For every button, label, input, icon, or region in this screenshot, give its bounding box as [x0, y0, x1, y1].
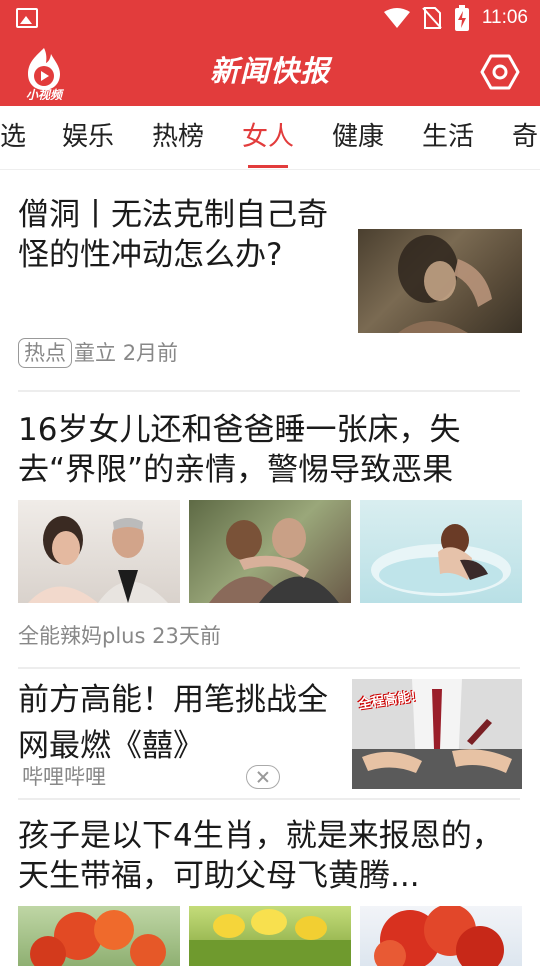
battery-charging-icon — [454, 5, 469, 31]
news-thumbnail — [360, 906, 522, 966]
hexagon-settings-icon — [480, 54, 520, 90]
tab-entertainment[interactable]: 娱乐 — [62, 106, 114, 169]
news-thumbnail — [189, 906, 351, 966]
news-headline: 孩子是以下4生肖，就是来报恩的，天生带福，可助父母飞黄腾... — [18, 818, 503, 894]
tab-women[interactable]: 女人 — [242, 106, 294, 169]
close-ad-button[interactable] — [246, 765, 280, 789]
news-thumbnail — [360, 500, 522, 603]
app-title: 新闻快报 — [209, 54, 330, 88]
status-icons: 11:06 — [383, 0, 528, 36]
gallery-icon — [16, 8, 38, 28]
wifi-icon — [383, 8, 410, 28]
category-tabs: 选 娱乐 热榜 女人 健康 生活 奇 — [0, 106, 540, 170]
news-card[interactable]: 僧洞丨无法克制自己奇怪的性冲动怎么办? 热点 童立 2月前 — [0, 171, 540, 391]
tab-life[interactable]: 生活 — [422, 106, 474, 169]
no-sim-icon — [422, 7, 442, 29]
news-thumbnail — [18, 500, 180, 603]
tab-health[interactable]: 健康 — [332, 106, 384, 169]
news-thumbnail — [358, 229, 522, 333]
clock: 11:06 — [481, 7, 528, 28]
news-meta: 全能辣妈plus 23天前 — [18, 620, 221, 650]
news-headline: 僧洞丨无法克制自己奇怪的性冲动怎么办? — [18, 197, 328, 273]
news-meta: 热点 童立 2月前 — [18, 337, 178, 368]
promoted-card[interactable]: 前方高能！用笔挑战全网最燃《囍》 哔哩哔哩 全程高能！ — [0, 669, 540, 797]
status-bar: 11:06 — [0, 0, 540, 36]
promo-thumbnail[interactable]: 全程高能！ — [352, 679, 522, 789]
news-thumbnail — [18, 906, 180, 966]
news-card[interactable]: 孩子是以下4生肖，就是来报恩的，天生带福，可助父母飞黄腾... — [0, 800, 540, 966]
news-headline: 16岁女儿还和爸爸睡一张床，失去“界限”的亲情，警惕导致恶果 — [18, 412, 461, 488]
news-time: 2月前 — [122, 341, 179, 365]
tab-more[interactable]: 奇 — [512, 106, 538, 169]
tab-featured[interactable]: 选 — [0, 106, 26, 169]
tab-trending[interactable]: 热榜 — [152, 106, 204, 169]
news-source: 童立 — [74, 341, 116, 365]
hot-tag: 热点 — [18, 338, 72, 368]
promo-headline: 前方高能！用笔挑战全网最燃《囍》 — [18, 682, 328, 764]
news-source: 全能辣妈plus — [18, 624, 146, 648]
settings-button[interactable] — [480, 52, 520, 92]
news-time: 23天前 — [152, 624, 221, 648]
promo-source: 哔哩哔哩 — [22, 765, 106, 789]
app-bar: 小视频 新闻快报 — [0, 36, 540, 106]
news-card[interactable]: 16岁女儿还和爸爸睡一张床，失去“界限”的亲情，警惕导致恶果 全能辣妈plus … — [0, 392, 540, 667]
news-thumbnail — [189, 500, 351, 603]
